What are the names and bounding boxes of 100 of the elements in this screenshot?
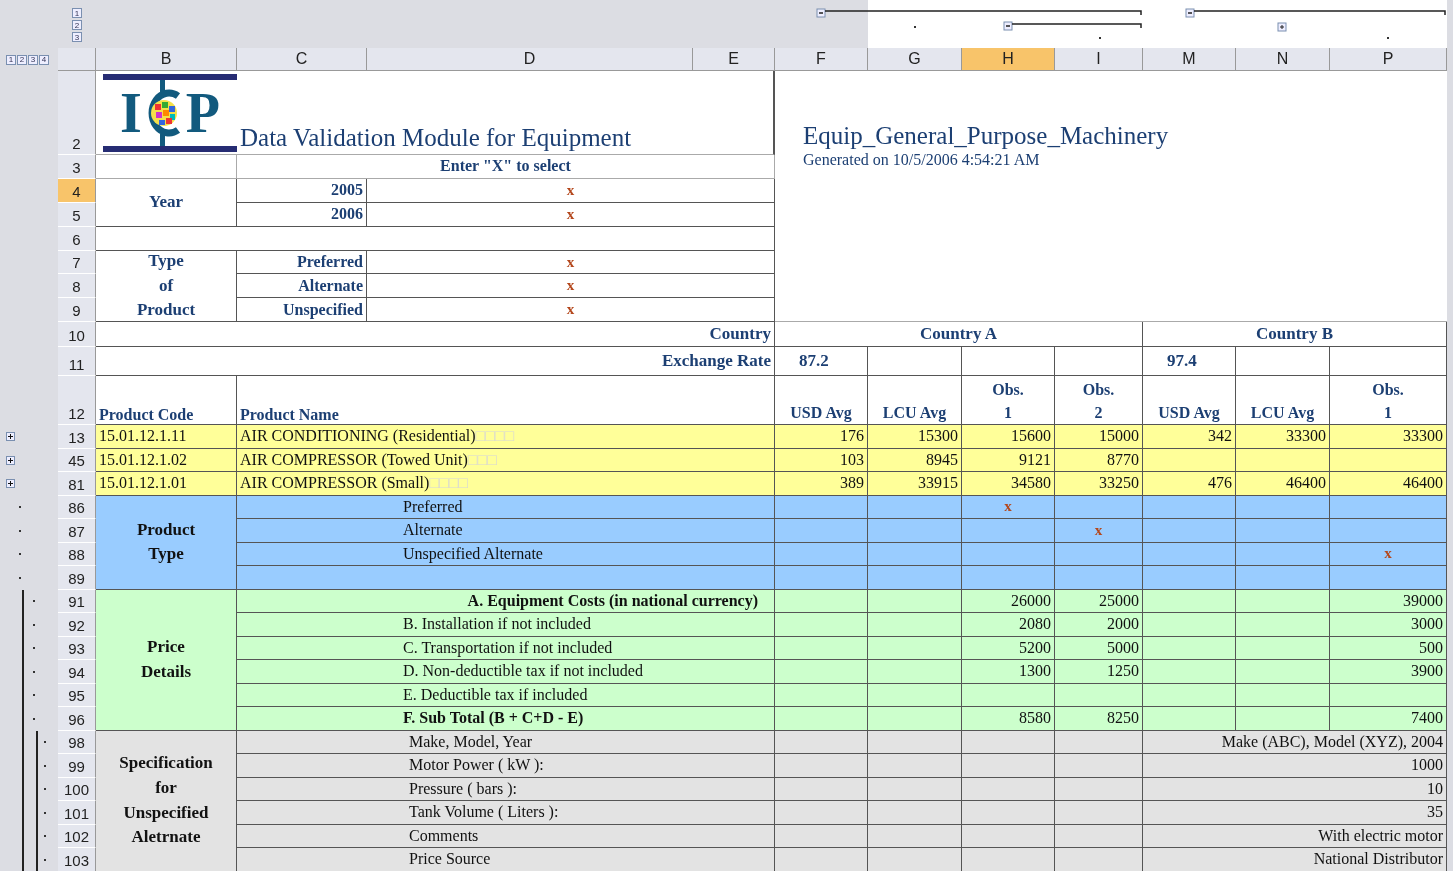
table-cell: 7400 xyxy=(1330,707,1447,731)
row-number[interactable]: 103 xyxy=(58,848,96,871)
table-cell: National Distributor xyxy=(1143,848,1447,871)
country-name: Country A xyxy=(775,322,1143,348)
row-number[interactable]: 92 xyxy=(58,613,96,637)
column-header[interactable]: M xyxy=(1143,48,1236,71)
column-header[interactable]: D xyxy=(367,48,693,71)
row-number[interactable]: 101 xyxy=(58,801,96,825)
sheet-title: Equip_General_Purpose_Machinery xyxy=(803,121,1169,151)
row-label: Make, Model, Year xyxy=(237,730,775,755)
row-number[interactable]: 96 xyxy=(58,707,96,731)
row-number[interactable]: 3 xyxy=(58,155,96,179)
table-cell: 33250 xyxy=(1055,472,1143,496)
column-header[interactable]: B xyxy=(96,48,237,71)
table-cell: 103 xyxy=(775,448,868,473)
row-number[interactable]: 100 xyxy=(58,777,96,802)
expand-icon[interactable] xyxy=(6,456,15,465)
row-number[interactable]: 8 xyxy=(58,274,96,299)
level-button[interactable]: 1 xyxy=(6,54,16,65)
row-number[interactable]: 5 xyxy=(58,202,96,227)
table-cell: 3000 xyxy=(1330,613,1447,637)
row-label: C. Transportation if not included xyxy=(237,636,775,661)
level-button[interactable]: 2 xyxy=(17,54,27,65)
level-button[interactable]: 3 xyxy=(28,54,38,65)
selection-mark: x xyxy=(367,178,775,203)
row-number[interactable]: 12 xyxy=(58,376,96,426)
selection-mark: x xyxy=(367,274,775,299)
row-number[interactable]: 98 xyxy=(58,730,96,755)
table-cell: 25000 xyxy=(1055,589,1143,614)
column-header[interactable]: C xyxy=(237,48,367,71)
table-cell: With electric motor xyxy=(1143,824,1447,849)
table-cell: 2000 xyxy=(1055,613,1143,637)
column-header[interactable]: E xyxy=(693,48,775,71)
row-number[interactable]: 81 xyxy=(58,472,96,496)
table-cell: 35 xyxy=(1143,801,1447,825)
selection-mark: x xyxy=(367,202,775,227)
row-number[interactable]: 89 xyxy=(58,566,96,590)
row-number[interactable]: 87 xyxy=(58,519,96,543)
table-cell: 8945 xyxy=(868,448,962,473)
group-label: Specification for Unspecified Aletrnate xyxy=(96,730,237,871)
table-cell: 1300 xyxy=(962,660,1055,684)
level-button[interactable]: 3 xyxy=(72,32,82,42)
table-cell: 8250 xyxy=(1055,707,1143,731)
selection-mark: x xyxy=(962,495,1055,520)
table-cell: Make (ABC), Model (XYZ), 2004 xyxy=(1143,730,1447,755)
row-number[interactable]: 91 xyxy=(58,589,96,614)
row-number[interactable]: 11 xyxy=(58,347,96,377)
table-cell: 8770 xyxy=(1055,448,1143,473)
row-number[interactable]: 95 xyxy=(58,683,96,708)
document-title: Data Validation Module for Equipment xyxy=(237,71,775,155)
column-header[interactable]: F xyxy=(775,48,868,71)
row-number[interactable]: 9 xyxy=(58,298,96,323)
table-cell: 33300 xyxy=(1330,425,1447,449)
row-number[interactable]: 88 xyxy=(58,542,96,567)
row-number[interactable]: 94 xyxy=(58,660,96,684)
column-header[interactable]: G xyxy=(868,48,962,71)
table-cell: 10 xyxy=(1143,777,1447,802)
row-number[interactable]: 45 xyxy=(58,448,96,473)
level-button[interactable]: 1 xyxy=(72,8,82,18)
row-number[interactable]: 4 xyxy=(58,178,96,203)
logo-letter: P xyxy=(185,84,220,141)
table-cell: 15000 xyxy=(1055,425,1143,449)
selection-mark: x xyxy=(1330,542,1447,567)
column-header[interactable]: N xyxy=(1236,48,1330,71)
table-cell: 389 xyxy=(775,472,868,496)
option-label: 2005 xyxy=(237,178,367,203)
row-label: B. Installation if not included xyxy=(237,613,775,637)
product-name: AIR COMPRESSOR (Towed Unit) xyxy=(240,451,468,469)
row-number[interactable]: 99 xyxy=(58,754,96,778)
row-label: Tank Volume ( Liters ): xyxy=(237,801,775,825)
missing-glyph-text: □□□□ xyxy=(475,427,515,446)
row-number[interactable]: 86 xyxy=(58,495,96,520)
column-header[interactable]: P xyxy=(1330,48,1447,71)
expand-icon[interactable] xyxy=(6,432,15,442)
table-cell: 500 xyxy=(1330,636,1447,661)
group-label: Price Details xyxy=(96,589,237,731)
table-cell: 342 xyxy=(1143,425,1236,449)
country-name: Country B xyxy=(1143,322,1447,348)
row-number[interactable]: 93 xyxy=(58,636,96,661)
row-number[interactable]: 10 xyxy=(58,322,96,348)
level-button[interactable]: 4 xyxy=(39,54,49,65)
table-cell: 8580 xyxy=(962,707,1055,731)
row-label: Alternate xyxy=(237,519,775,543)
table-cell: 46400 xyxy=(1236,472,1330,496)
row-label: Pressure ( bars ): xyxy=(237,777,775,802)
row-number[interactable]: 6 xyxy=(58,226,96,251)
row-number[interactable]: 102 xyxy=(58,824,96,849)
table-cell: 39000 xyxy=(1330,589,1447,614)
level-button[interactable]: 2 xyxy=(72,20,82,30)
row-label: Motor Power ( kW ): xyxy=(237,754,775,778)
group-label: Year xyxy=(96,178,237,227)
column-header[interactable]: H xyxy=(962,48,1055,71)
row-number[interactable]: 2 xyxy=(58,71,96,155)
row-number[interactable]: 7 xyxy=(58,250,96,275)
row-number[interactable]: 13 xyxy=(58,425,96,449)
table-cell: 15.01.12.1.11 xyxy=(96,425,237,449)
row-label: Comments xyxy=(237,824,775,849)
expand-icon[interactable] xyxy=(6,479,15,489)
column-header[interactable]: I xyxy=(1055,48,1143,71)
table-cell: 33300 xyxy=(1236,425,1330,449)
